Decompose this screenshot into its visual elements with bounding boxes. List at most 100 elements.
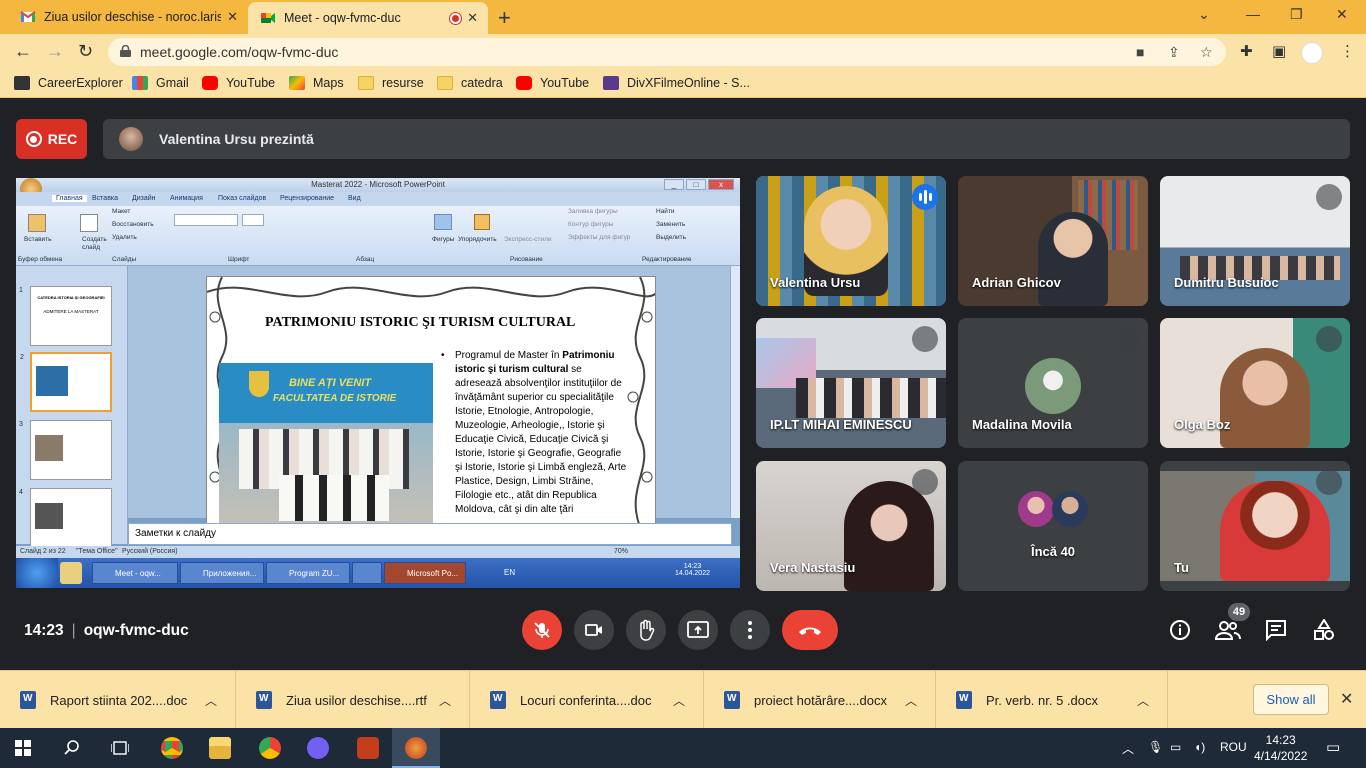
start-button[interactable] bbox=[0, 728, 48, 768]
close-tab-icon[interactable]: ✕ bbox=[467, 10, 478, 26]
taskbar-active-app[interactable] bbox=[392, 728, 440, 768]
side-panel-icon[interactable]: ▣ bbox=[1272, 42, 1286, 60]
present-screen-button[interactable] bbox=[678, 610, 718, 650]
present-icon bbox=[687, 621, 709, 638]
menu-icon[interactable]: ⋮ bbox=[1340, 42, 1355, 60]
meeting-details-button[interactable] bbox=[1164, 614, 1196, 646]
chevron-up-icon[interactable]: ︿ bbox=[1137, 692, 1149, 709]
browser-toolbar: ← → ↻ meet.google.com/oqw-fvmc-duc ■ ⇪ ☆ bbox=[0, 34, 1366, 70]
taskbar-chrome-1[interactable] bbox=[148, 728, 196, 768]
taskbar-explorer[interactable] bbox=[196, 728, 244, 768]
activities-button[interactable] bbox=[1308, 614, 1340, 646]
presenter-avatar bbox=[119, 127, 143, 151]
taskbar-powerpoint[interactable] bbox=[344, 728, 392, 768]
current-slide: PATRIMONIU ISTORIC ŞI TURISM CULTURAL BI… bbox=[206, 276, 656, 526]
powerpoint-icon bbox=[357, 737, 379, 759]
system-clock[interactable]: 14:23 4/14/2022 bbox=[1254, 732, 1307, 764]
taskbar-chrome-2[interactable] bbox=[246, 728, 294, 768]
participant-tile[interactable]: Olga Boz bbox=[1160, 318, 1350, 448]
browser-tab-gmail[interactable]: Ziua usilor deschise - noroc.larisa ✕ bbox=[8, 0, 248, 34]
bookmark-youtube-2[interactable]: YouTube bbox=[516, 76, 589, 90]
forward-icon[interactable]: → bbox=[46, 41, 64, 62]
back-icon[interactable]: ← bbox=[14, 41, 32, 62]
viber-icon bbox=[307, 737, 329, 759]
recording-button[interactable]: REC bbox=[16, 119, 87, 159]
chat-button[interactable] bbox=[1260, 614, 1292, 646]
task-view-button[interactable] bbox=[96, 728, 144, 768]
ribbon-label: Эффекты для фигур bbox=[568, 234, 631, 241]
bookmark-divxfilme[interactable]: DivXFilmeOnline - S... bbox=[603, 76, 750, 90]
camera-icon[interactable]: ■ bbox=[1136, 44, 1144, 60]
close-tab-icon[interactable]: ✕ bbox=[227, 9, 238, 25]
shared-task-label: Приложения... bbox=[203, 569, 257, 578]
chevron-up-icon[interactable]: ︿ bbox=[439, 692, 451, 709]
bookmark-star-icon[interactable]: ☆ bbox=[1200, 44, 1213, 61]
recording-indicator-icon bbox=[450, 12, 462, 24]
new-tab-icon[interactable]: + bbox=[498, 5, 511, 31]
tab-search-icon[interactable]: ⌄ bbox=[1198, 6, 1210, 23]
presenter-label: Valentina Ursu prezintă bbox=[159, 131, 314, 147]
participant-tile[interactable]: Adrian Ghicov bbox=[958, 176, 1148, 306]
show-all-downloads-button[interactable]: Show all bbox=[1253, 684, 1329, 715]
leave-call-button[interactable] bbox=[782, 610, 838, 650]
camera-toggle-button[interactable] bbox=[574, 610, 614, 650]
profile-avatar[interactable] bbox=[1301, 42, 1323, 64]
extensions-icon[interactable]: ✚ bbox=[1240, 42, 1253, 60]
address-bar[interactable]: meet.google.com/oqw-fvmc-duc ■ ⇪ ☆ bbox=[108, 38, 1226, 66]
taskbar-viber[interactable] bbox=[294, 728, 342, 768]
download-item[interactable]: Ziua usilor deschise....rtf ︿ bbox=[236, 671, 470, 729]
input-language[interactable]: ROU bbox=[1220, 740, 1247, 754]
close-window-icon[interactable]: ✕ bbox=[1336, 6, 1348, 23]
bookmark-catedra[interactable]: catedra bbox=[437, 76, 503, 90]
download-item[interactable]: Locuri conferinta....doc ︿ bbox=[470, 671, 704, 729]
ppt-title-bar: Masterat 2022 - Microsoft PowerPoint _ □… bbox=[16, 178, 740, 192]
show-hidden-icons[interactable]: ︿ bbox=[1122, 740, 1134, 757]
bookmark-gmail[interactable]: Gmail bbox=[132, 76, 189, 90]
status-slide: Слайд 2 из 22 bbox=[20, 548, 66, 555]
slide-text-intro: Programul de Master în bbox=[455, 350, 560, 361]
bookmark-resurse[interactable]: resurse bbox=[358, 76, 424, 90]
shared-task-program: Program ZU... bbox=[266, 562, 350, 584]
windows-logo-icon bbox=[15, 740, 31, 756]
download-item[interactable]: proiect hotărâre....docx ︿ bbox=[704, 671, 936, 729]
self-view-tile[interactable]: Tu bbox=[1160, 461, 1350, 591]
search-icon bbox=[64, 740, 79, 755]
thumb-photo bbox=[36, 366, 68, 396]
browser-tab-strip: Ziua usilor deschise - noroc.larisa ✕ Me… bbox=[0, 0, 1366, 34]
more-participants-tile[interactable]: Încă 40 bbox=[958, 461, 1148, 591]
volume-icon[interactable]: ◖) bbox=[1194, 740, 1205, 754]
bookmark-label: Maps bbox=[313, 76, 344, 90]
raise-hand-button[interactable] bbox=[626, 610, 666, 650]
chevron-up-icon[interactable]: ︿ bbox=[205, 692, 217, 709]
participant-tile[interactable]: Vera Nastasiu bbox=[756, 461, 946, 591]
presenter-bar: Valentina Ursu prezintă bbox=[103, 119, 1350, 159]
chevron-up-icon[interactable]: ︿ bbox=[673, 692, 685, 709]
microphone-icon[interactable]: 🎙 bbox=[1148, 740, 1163, 754]
participant-tile[interactable]: Valentina Ursu bbox=[756, 176, 946, 306]
bookmark-youtube[interactable]: YouTube bbox=[202, 76, 275, 90]
ribbon-label: Вставить bbox=[24, 236, 52, 243]
search-button[interactable] bbox=[48, 728, 96, 768]
more-options-button[interactable] bbox=[730, 610, 770, 650]
download-item[interactable]: Pr. verb. nr. 5 .docx ︿ bbox=[936, 671, 1168, 729]
participant-tile[interactable]: IP.LT MIHAI EMINESCU bbox=[756, 318, 946, 448]
restore-icon[interactable]: ❐ bbox=[1290, 6, 1303, 23]
participant-tile[interactable]: Madalina Movila bbox=[958, 318, 1148, 448]
notifications-icon[interactable]: ▭ bbox=[1326, 738, 1340, 756]
mic-toggle-button[interactable] bbox=[522, 610, 562, 650]
participant-tile[interactable]: Dumitru Busuioc bbox=[1160, 176, 1350, 306]
browser-tab-meet[interactable]: Meet - oqw-fvmc-duc ✕ bbox=[248, 2, 488, 34]
minimize-icon[interactable]: — bbox=[1246, 6, 1260, 22]
tab-title: Meet - oqw-fvmc-duc bbox=[284, 11, 401, 25]
network-icon[interactable]: ▭ bbox=[1170, 740, 1181, 754]
word-doc-icon bbox=[956, 691, 972, 709]
close-downloads-icon[interactable]: ✕ bbox=[1340, 689, 1353, 709]
download-item[interactable]: Raport stiinta 202....doc ︿ bbox=[0, 671, 236, 729]
share-icon[interactable]: ⇪ bbox=[1168, 44, 1180, 61]
meeting-time: 14:23 bbox=[24, 622, 64, 639]
chevron-up-icon[interactable]: ︿ bbox=[905, 692, 917, 709]
word-doc-icon bbox=[490, 691, 506, 709]
reload-icon[interactable]: ↻ bbox=[78, 41, 93, 62]
bookmark-careerexplorer[interactable]: CareerExplorer bbox=[14, 76, 123, 90]
bookmark-maps[interactable]: Maps bbox=[289, 76, 344, 90]
